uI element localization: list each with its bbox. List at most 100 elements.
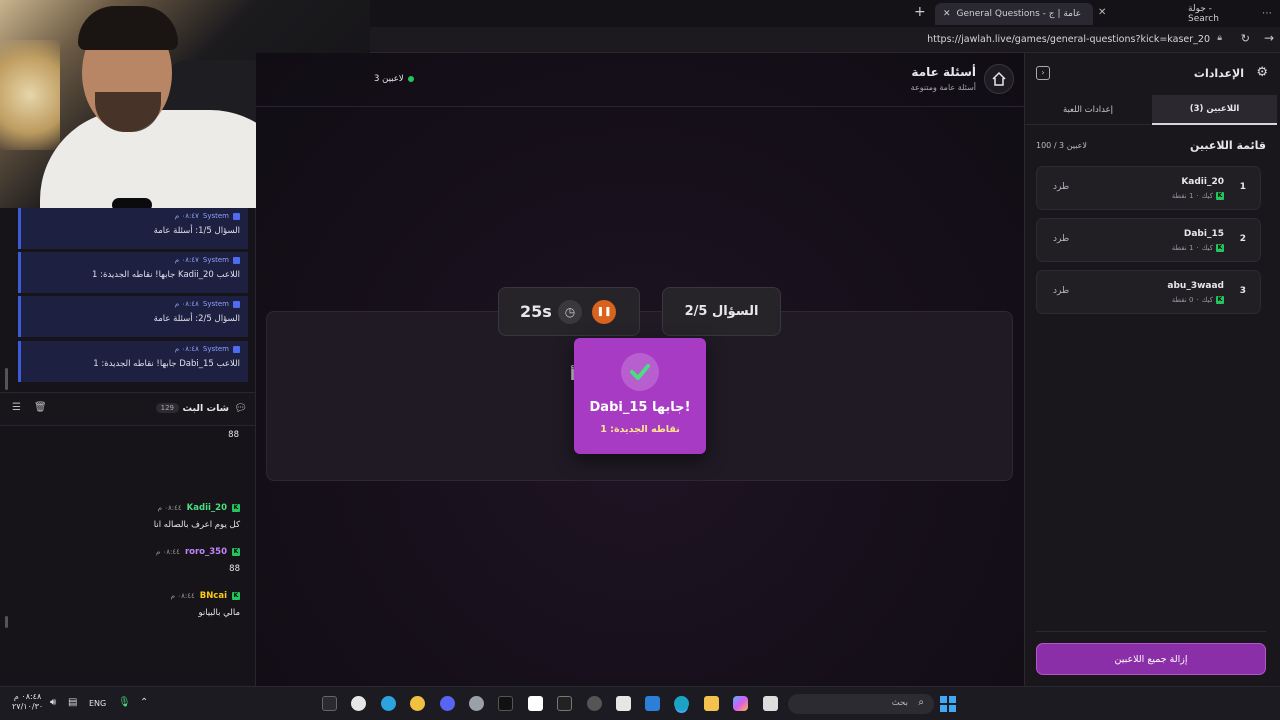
search-placeholder: بحث — [891, 698, 908, 708]
obs-icon[interactable] — [587, 696, 602, 711]
close-tab-icon[interactable]: ✕ — [943, 9, 951, 19]
game-subtitle: أسئلة عامة ومتنوعة — [910, 83, 976, 92]
system-badge-icon — [233, 345, 240, 353]
system-badge-icon — [233, 256, 240, 264]
app-icon[interactable] — [410, 696, 425, 711]
new-tab-icon[interactable]: + — [914, 4, 926, 20]
wifi-icon[interactable]: ▤ — [68, 697, 77, 708]
clock[interactable]: ٠٨:٤٨ م ٢٧/١٠/٣٠ — [12, 692, 43, 712]
microphone-icon[interactable]: 🎙︎ — [118, 697, 131, 708]
tab-players[interactable]: اللاعبين (3) — [1152, 95, 1277, 125]
edge-icon[interactable] — [674, 696, 689, 711]
player-name: abu_3waad — [1167, 281, 1224, 291]
taskbar-search[interactable]: ⌕ بحث — [788, 694, 934, 714]
copilot-icon[interactable] — [733, 696, 748, 711]
kick-player-button[interactable]: طرد — [1053, 182, 1069, 192]
settings-title: الإعدادات — [1193, 67, 1244, 80]
msg-text: السؤال 1/5: أسئلة عامة — [153, 226, 240, 236]
tiktok-icon[interactable] — [498, 696, 513, 711]
file-explorer-icon[interactable] — [763, 696, 778, 711]
kick-player-button[interactable]: طرد — [1053, 286, 1069, 296]
pause-button[interactable]: ❚❚ — [592, 300, 616, 324]
player-row: 3 abu_3waad K كيك · 0 نقطة طرد — [1036, 270, 1261, 314]
reload-icon[interactable]: ↻ — [1241, 32, 1250, 45]
question-counter-text: السؤال 2/5 — [684, 304, 759, 319]
align-icon[interactable]: ☰ — [12, 402, 21, 413]
store-icon[interactable] — [616, 696, 631, 711]
discord-icon[interactable] — [440, 696, 455, 711]
mail-icon[interactable] — [645, 696, 660, 711]
volume-icon[interactable]: 🔊︎ — [50, 697, 56, 708]
chat-message: ٠٨:٤٤ م BNcai K مالي بالبيانو — [0, 591, 256, 621]
folder-icon[interactable] — [704, 696, 719, 711]
divider — [1036, 631, 1266, 632]
language-indicator[interactable]: ENG — [89, 699, 106, 708]
close-icon[interactable]: ✕ — [1098, 7, 1106, 18]
url-text[interactable]: https://jawlah.live/games/general-questi… — [927, 34, 1210, 45]
system-message: ٠٨:٤٨ م System السؤال 2/5: أسئلة عامة — [18, 296, 248, 337]
microphone — [112, 198, 152, 208]
remove-all-players-button[interactable]: إزالة جميع اللاعبين — [1036, 643, 1266, 675]
player-points: 0 نقطة — [1171, 296, 1194, 304]
msg-user[interactable]: Kadii_20 — [187, 503, 227, 513]
system-badge-icon — [233, 300, 240, 308]
msg-user[interactable]: roro_350 — [185, 547, 227, 557]
scrollbar[interactable] — [5, 368, 8, 390]
kick-icon: K — [1216, 244, 1224, 252]
system-message: ٠٨:٤٧ م System اللاعب Kadii_20 جابها! نقا… — [18, 252, 248, 293]
player-points: 1 نقطة — [1171, 192, 1194, 200]
player-name: Dabi_15 — [1183, 229, 1224, 239]
msg-text: 88 — [229, 564, 240, 574]
trash-icon[interactable]: 🗑︎ — [34, 402, 47, 413]
settings-app-icon[interactable] — [469, 696, 484, 711]
correct-answer-popup: Dabi_15 جابها! نقاطه الجديدة: 1 — [574, 338, 706, 454]
kick-icon: K — [232, 504, 240, 512]
scrollbar[interactable] — [5, 616, 8, 628]
tab-search-label: جولة - Search — [1188, 4, 1219, 24]
window-icon[interactable] — [528, 696, 543, 711]
telegram-icon[interactable] — [381, 696, 396, 711]
tab-active[interactable]: ✕ General Questions - أسئلة عامة | ج... — [935, 3, 1093, 25]
msg-sender: System — [202, 256, 229, 264]
ctrl-icon[interactable] — [557, 696, 572, 711]
terminal-icon[interactable] — [322, 696, 337, 711]
msg-time: ٠٨:٤٨ م — [174, 345, 199, 353]
remove-all-label: إزالة جميع اللاعبين — [1114, 653, 1188, 665]
tab-active-title: General Questions - أسئلة عامة | ج... — [956, 9, 1082, 19]
player-points: 1 نقطة — [1171, 244, 1194, 252]
chevron-up-icon[interactable]: ⌃ — [140, 697, 148, 708]
online-dot-icon — [407, 76, 414, 82]
kick-player-button[interactable]: طرد — [1053, 234, 1069, 244]
collapse-panel-icon[interactable]: › — [1036, 66, 1050, 80]
msg-text: كل يوم اعرف بالصاله انا — [153, 520, 240, 530]
player-row: 1 Kadii_20 K كيك · 1 نقطة طرد — [1036, 166, 1261, 210]
forward-icon[interactable]: → — [1264, 31, 1274, 45]
tab-search[interactable]: جولة - Search — [1180, 3, 1250, 25]
player-row: 2 Dabi_15 K كيك · 1 نقطة طرد — [1036, 218, 1261, 262]
search-icon: ⌕ — [918, 697, 924, 708]
timer-value: 25s — [520, 302, 552, 321]
more-icon[interactable]: ⋯ — [1262, 8, 1272, 19]
system-badge-icon — [233, 212, 240, 220]
msg-time: ٠٨:٤٧ م — [174, 212, 199, 220]
home-button[interactable] — [984, 64, 1014, 94]
player-list-title: قائمة اللاعبين — [1190, 139, 1266, 152]
lamp-light — [0, 40, 60, 150]
msg-time: ٠٨:٤٤ م — [170, 592, 195, 600]
tab-game-settings[interactable]: إعدادات اللعبة — [1025, 95, 1151, 125]
address-bar[interactable]: https://jawlah.live/games/general-questi… — [370, 27, 1280, 53]
windows-start-icon[interactable] — [940, 696, 956, 712]
player-list-count: 100 / 3 لاعبين — [1036, 141, 1087, 150]
media-player-icon[interactable] — [351, 696, 366, 711]
msg-user[interactable]: BNcai — [200, 591, 227, 601]
player-platform: كيك — [1201, 296, 1213, 304]
chat-message: ٠٨:٤٤ م roro_350 K 88 — [0, 547, 256, 577]
tab-players-label: اللاعبين (3) — [1189, 104, 1240, 114]
clock-date: ٢٧/١٠/٣٠ — [12, 702, 44, 711]
clock-time: ٠٨:٤٨ م — [13, 692, 42, 701]
player-rank: 3 — [1239, 286, 1246, 296]
system-message: ٠٨:٤٨ م System اللاعب Dabi_15 جابها! نقاط… — [18, 341, 248, 382]
msg-text: اللاعب Kadii_20 جابها! نقاطه الجديدة: 1 — [92, 270, 240, 280]
game-title: أسئلة عامة — [911, 65, 976, 79]
check-icon — [630, 364, 650, 380]
